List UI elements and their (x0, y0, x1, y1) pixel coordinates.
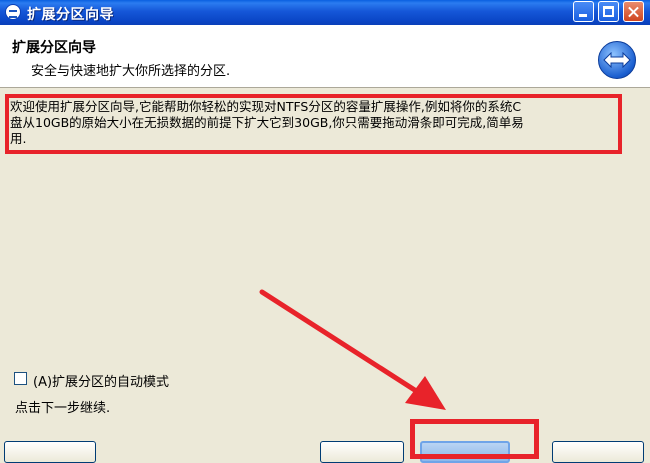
auto-mode-label[interactable]: (A)扩展分区的自动模式 (33, 371, 169, 390)
continue-hint: 点击下一步继续. (15, 401, 111, 416)
next-button-highlight (410, 419, 539, 459)
auto-mode-checkbox[interactable] (14, 372, 27, 385)
help-button[interactable] (4, 441, 96, 463)
cancel-button[interactable] (552, 441, 644, 463)
back-button[interactable] (320, 441, 404, 463)
